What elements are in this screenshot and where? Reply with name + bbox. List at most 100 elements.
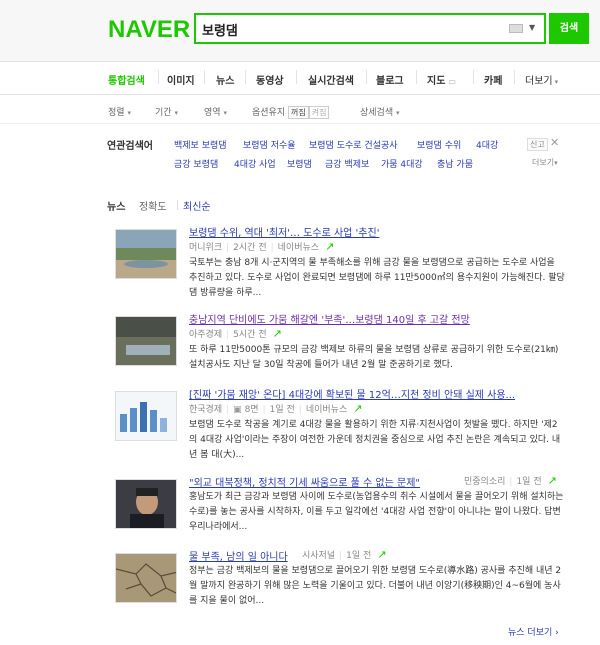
share-icon[interactable]: ↗: [273, 327, 282, 340]
related-more-button[interactable]: 더보기▾: [532, 157, 558, 168]
related-keyword[interactable]: 보령댐 저수율: [243, 138, 296, 151]
sort-relevance[interactable]: 정확도: [139, 198, 167, 213]
news-meta: 시사저널 | 1일 전 ↗: [302, 548, 387, 561]
share-icon[interactable]: ↗: [353, 402, 362, 415]
naver-news-link[interactable]: 네이버뉴스: [278, 243, 319, 253]
tab-news[interactable]: 뉴스: [216, 72, 234, 87]
related-keyword[interactable]: 금강 백제보: [325, 157, 369, 170]
related-keyword[interactable]: 보령댐 수위: [417, 138, 461, 151]
tab-divider: [204, 70, 205, 84]
news-time: 1일 전: [516, 477, 542, 487]
filter-sort-label: 정렬: [108, 108, 125, 118]
option-keep-label: 옵션유지: [252, 108, 286, 118]
infographic-image: [116, 392, 176, 440]
cracked-ground-image: [116, 554, 176, 602]
tab-video[interactable]: 동영상: [256, 72, 284, 87]
close-icon[interactable]: ✕: [550, 136, 559, 149]
news-title[interactable]: "외교 대북정책, 정치적 기세 싸움으로 풀 수 없는 문제": [189, 474, 420, 489]
news-thumbnail[interactable]: [115, 316, 177, 366]
share-icon[interactable]: ↗: [325, 240, 334, 253]
search-input[interactable]: [202, 19, 502, 39]
filter-detail[interactable]: 상세검색 ▾: [360, 105, 400, 118]
reservoir-image: [116, 317, 176, 365]
news-snippet: 국토부는 충남 8개 시·군지역의 물 부족해소를 위해 금강 물을 보령댐으로…: [189, 258, 565, 298]
news-source[interactable]: 아주경제: [189, 330, 222, 340]
news-item: "외교 대북정책, 정치적 기세 싸움으로 풀 수 없는 문제" 민중의소리 | 1…: [112, 474, 567, 544]
news-thumbnail[interactable]: [115, 479, 177, 529]
news-snippet: 정부는 금강 백제보의 물을 보령댐으로 끌어오기 위한 보령댐 도수로(導水路…: [189, 566, 562, 606]
news-title[interactable]: 충남지역 단비에도 가뭄 해갈엔 '부족'…보령댐 140일 후 고갈 전망: [189, 311, 470, 326]
related-keyword[interactable]: 4대강: [476, 138, 498, 151]
option-off-toggle[interactable]: 꺼짐: [288, 106, 309, 119]
news-title[interactable]: 물 부족, 남의 일 아니다: [189, 548, 288, 563]
news-meta: 아주경제 | 5시간 전 ↗: [189, 327, 282, 340]
related-keyword[interactable]: 4대강 사업: [234, 157, 276, 170]
news-time: 2시간 전: [233, 243, 267, 253]
tab-divider: [473, 70, 474, 84]
share-icon[interactable]: ↗: [548, 474, 557, 487]
filter-area[interactable]: 영역 ▾: [204, 105, 227, 118]
news-page: 8면: [244, 405, 259, 415]
filter-detail-label: 상세검색: [360, 108, 394, 118]
news-more-link[interactable]: 뉴스 더보기 ›: [508, 625, 559, 638]
news-snippet: 또 하루 11만5000톤 규모의 금강 백제보 하류의 물을 보령댐 상류로 …: [189, 345, 559, 370]
tab-realtime[interactable]: 실시간검색: [308, 72, 354, 87]
news-item: 보령댐 수위, 역대 '최저'… 도수로 사업 '추진' 머니위크 | 2시간 전 |…: [112, 224, 567, 298]
related-keyword[interactable]: 백제보 보령댐: [174, 138, 227, 151]
tab-cafe[interactable]: 카페: [484, 72, 502, 87]
tab-image[interactable]: 이미지: [167, 72, 195, 87]
news-title[interactable]: [진짜 '가뭄 재앙' 온다] 4대강에 확보된 물 12억…지천 정비 안돼 …: [189, 386, 515, 401]
filter-sort[interactable]: 정렬 ▾: [108, 105, 131, 118]
related-keyword[interactable]: 보령댐: [287, 157, 312, 170]
related-title: 연관검색어: [107, 141, 153, 152]
sort-divider: [177, 200, 178, 210]
news-source[interactable]: 민중의소리: [464, 477, 505, 487]
keyboard-icon[interactable]: [509, 24, 523, 33]
tab-divider: [296, 70, 297, 84]
filter-option-keep: 옵션유지 꺼짐 켜짐: [252, 105, 330, 119]
news-section-title: 뉴스: [107, 202, 126, 213]
tab-more[interactable]: 더보기 ▾: [525, 72, 558, 87]
news-thumbnail[interactable]: [115, 391, 177, 441]
news-title[interactable]: 보령댐 수위, 역대 '최저'… 도수로 사업 '추진': [189, 224, 379, 239]
search-box[interactable]: ▼: [194, 13, 546, 44]
share-icon[interactable]: ↗: [377, 548, 386, 561]
tab-map-label: 지도: [427, 76, 446, 87]
chevron-down-icon[interactable]: ▼: [529, 23, 535, 32]
related-more-label: 더보기: [532, 158, 555, 167]
person-portrait-image: [116, 480, 176, 528]
related-keyword[interactable]: 가뭄 4대강: [381, 157, 423, 170]
news-item: [진짜 '가뭄 재앙' 온다] 4대강에 확보된 물 12억…지천 정비 안돼 …: [112, 386, 567, 466]
news-time: 5시간 전: [233, 330, 267, 340]
tab-map[interactable]: 지도 ▭: [427, 72, 456, 87]
news-meta: 민중의소리 | 1일 전 ↗: [464, 474, 557, 487]
news-thumbnail[interactable]: [115, 553, 177, 603]
related-keyword[interactable]: 보령댐 도수로 건설공사: [309, 138, 398, 151]
news-item: 충남지역 단비에도 가뭄 해갈엔 '부족'…보령댐 140일 후 고갈 전망 아…: [112, 311, 567, 381]
related-keyword[interactable]: 충남 가뭄: [437, 157, 473, 170]
chevron-down-icon: ▾: [127, 109, 131, 117]
chevron-right-icon: ›: [555, 628, 559, 638]
news-meta: 머니위크 | 2시간 전 | 네이버뉴스 ↗: [189, 240, 335, 253]
chevron-down-icon: ▾: [174, 109, 178, 117]
news-meta: 한국경제 | ▣ 8면 | 1일 전 | 네이버뉴스 ↗: [189, 402, 363, 415]
option-on-toggle[interactable]: 켜짐: [308, 106, 330, 119]
filter-area-label: 영역: [204, 108, 221, 118]
news-snippet: 보령댐 도수로 착공을 계기로 4대강 물을 활용하기 위한 지류·지천사업이 …: [189, 420, 561, 460]
naver-logo[interactable]: NAVER: [108, 16, 190, 44]
sort-latest[interactable]: 최신순: [183, 198, 211, 213]
chevron-down-icon: ▾: [554, 78, 559, 86]
tab-blog[interactable]: 블로그: [376, 72, 404, 87]
tab-divider: [514, 70, 515, 84]
tab-divider: [366, 70, 367, 84]
filter-period[interactable]: 기간 ▾: [155, 105, 178, 118]
news-source[interactable]: 시사저널: [302, 551, 335, 561]
tab-integrated[interactable]: 통합검색: [108, 72, 145, 87]
naver-news-link[interactable]: 네이버뉴스: [306, 405, 347, 415]
news-thumbnail[interactable]: [115, 229, 177, 279]
related-keyword[interactable]: 금강 보령댐: [174, 157, 218, 170]
news-source[interactable]: 머니위크: [189, 243, 222, 253]
news-source[interactable]: 한국경제: [189, 405, 222, 415]
report-button[interactable]: 신고: [527, 138, 548, 151]
search-button[interactable]: 검색: [549, 13, 589, 44]
